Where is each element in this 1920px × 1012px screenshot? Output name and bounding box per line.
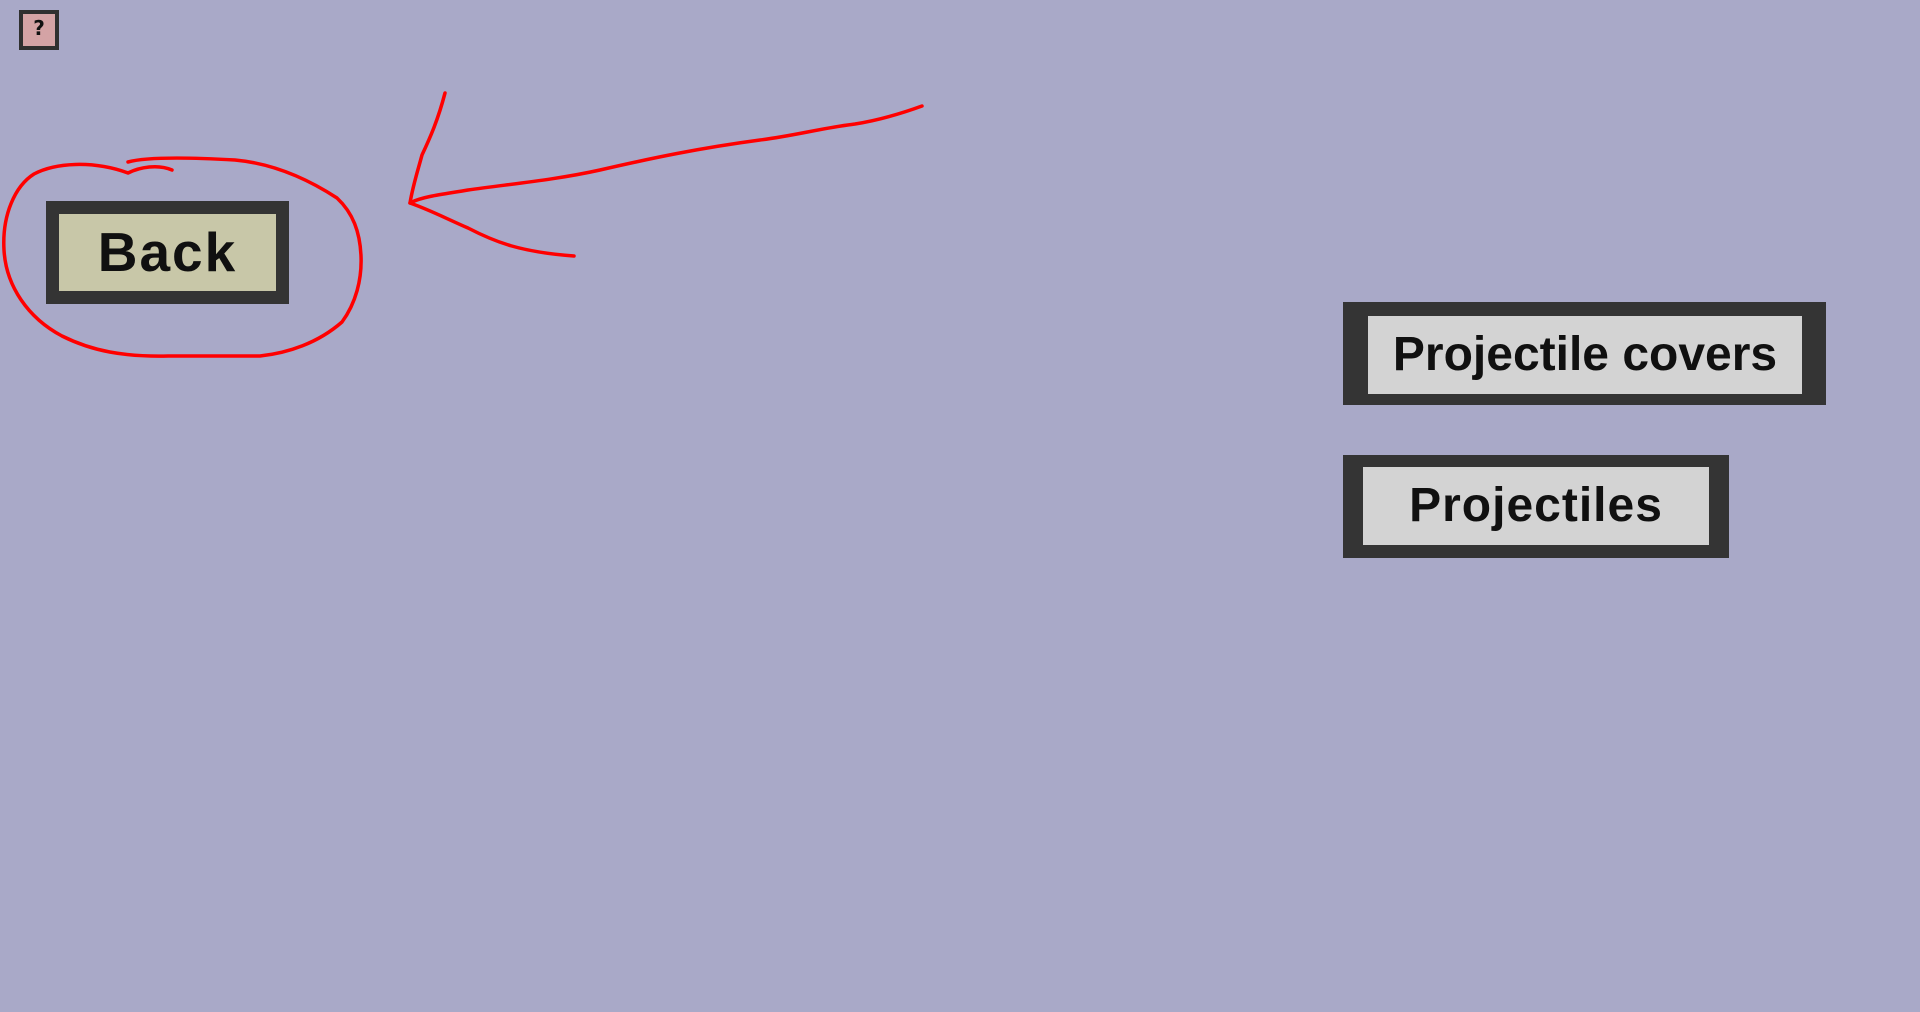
help-icon: ? <box>33 16 45 40</box>
projectile-covers-button[interactable]: Projectile covers <box>1343 302 1826 405</box>
projectile-covers-button-label: Projectile covers <box>1392 328 1778 381</box>
projectiles-button-label: Projectiles <box>1409 479 1663 532</box>
annotation-arrow-head-bottom <box>408 201 576 258</box>
back-button-label: Back <box>97 221 238 283</box>
back-button[interactable]: Back <box>46 201 289 304</box>
projectiles-button[interactable]: Projectiles <box>1343 455 1729 558</box>
help-button[interactable]: ? <box>19 10 59 50</box>
annotation-arrow-head-top <box>408 91 447 205</box>
annotation-arrow-shaft <box>410 104 924 204</box>
